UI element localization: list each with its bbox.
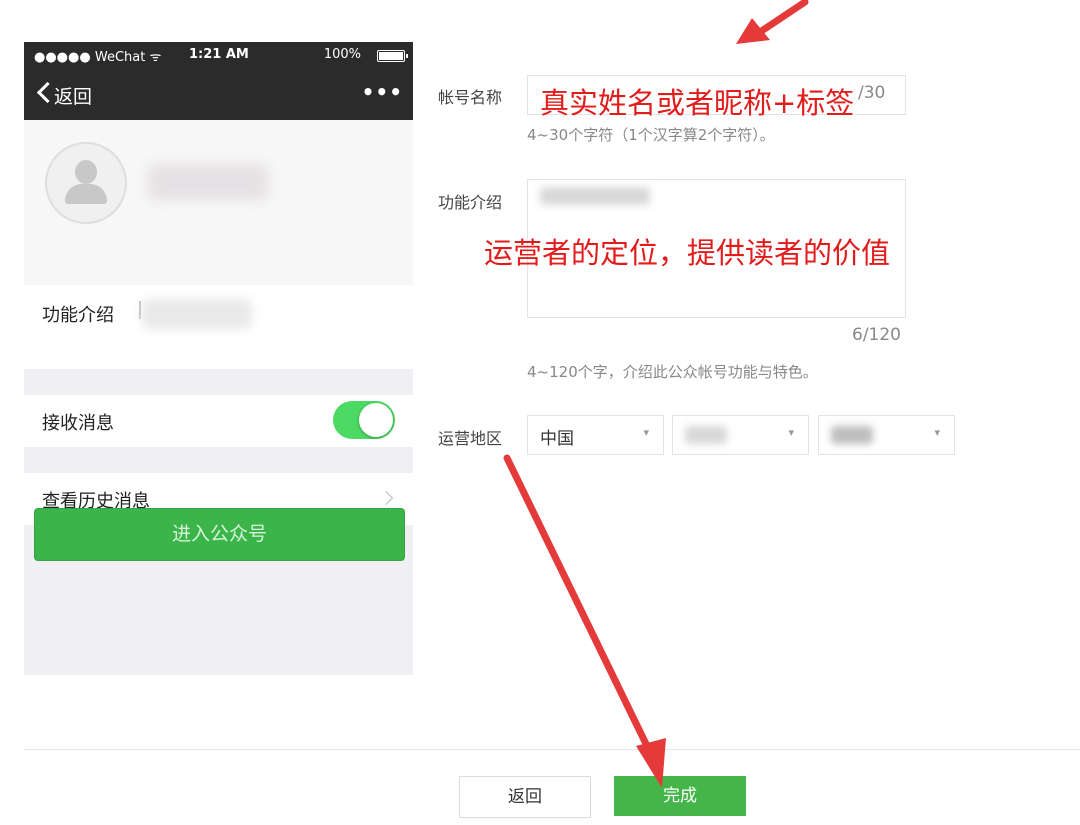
region-country-value: 中国 (540, 429, 574, 449)
region-city-select[interactable]: ▾ (818, 415, 955, 455)
avatar-person-body (65, 184, 107, 204)
receive-messages-row: 接收消息 (24, 395, 413, 447)
intro-value-blurred (540, 187, 650, 205)
done-button[interactable]: 完成 (614, 776, 746, 816)
back-button[interactable]: 返回 (459, 776, 591, 818)
account-name-counter: /30 (858, 83, 886, 103)
region-province-blurred (685, 426, 727, 444)
region-country-select[interactable]: 中国 ▾ (527, 415, 664, 455)
account-name-hint: 4~30个字符（1个汉字算2个字符）。 (527, 126, 775, 144)
arrow-top-icon (736, 0, 809, 44)
status-bar: ●●●●● WeChat ᯤ 1:21 AM 100% (24, 42, 413, 68)
intro-cursor (139, 301, 141, 319)
footer-divider (24, 749, 1080, 750)
intro-row: 功能介绍 (24, 285, 413, 369)
battery-percent: 100% (323, 47, 361, 62)
enter-account-button[interactable]: 进入公众号 (34, 508, 405, 561)
wechat-phone-preview: ●●●●● WeChat ᯤ 1:21 AM 100% 返回 ••• 功能介绍 … (24, 42, 413, 675)
intro-counter: 6/120 (852, 325, 901, 345)
carrier-label: ●●●●● WeChat ᯤ (34, 50, 162, 65)
region-province-select[interactable]: ▾ (672, 415, 809, 455)
caret-down-icon: ▾ (934, 426, 940, 439)
toggle-knob (359, 403, 393, 437)
caret-down-icon: ▾ (643, 426, 649, 439)
avatar-person-icon (75, 160, 97, 184)
intro-hint: 4~120个字，介绍此公众帐号功能与特色。 (527, 363, 818, 381)
intro-form-label: 功能介绍 (438, 193, 503, 212)
arrow-to-done-icon (503, 454, 666, 788)
intro-label: 功能介绍 (42, 305, 114, 326)
annotation-name-note: 真实姓名或者昵称+标签 (540, 86, 855, 120)
profile-header (24, 120, 413, 285)
avatar (45, 142, 127, 224)
status-time: 1:21 AM (189, 47, 249, 62)
chevron-right-icon (378, 490, 394, 506)
nav-bar: 返回 ••• (24, 68, 413, 120)
receive-messages-label: 接收消息 (42, 413, 114, 434)
nav-back-button[interactable]: 返回 (54, 82, 92, 109)
receive-messages-toggle[interactable] (333, 401, 395, 439)
battery-icon (377, 50, 408, 62)
annotation-intro-note: 运营者的定位，提供读者的价值 (484, 236, 891, 270)
account-name-blurred (148, 164, 268, 200)
intro-blurred-text (142, 299, 252, 329)
more-icon[interactable]: ••• (362, 80, 403, 104)
region-label: 运营地区 (438, 429, 503, 448)
caret-down-icon: ▾ (788, 426, 794, 439)
region-city-blurred (831, 426, 873, 444)
account-name-label: 帐号名称 (438, 88, 503, 107)
